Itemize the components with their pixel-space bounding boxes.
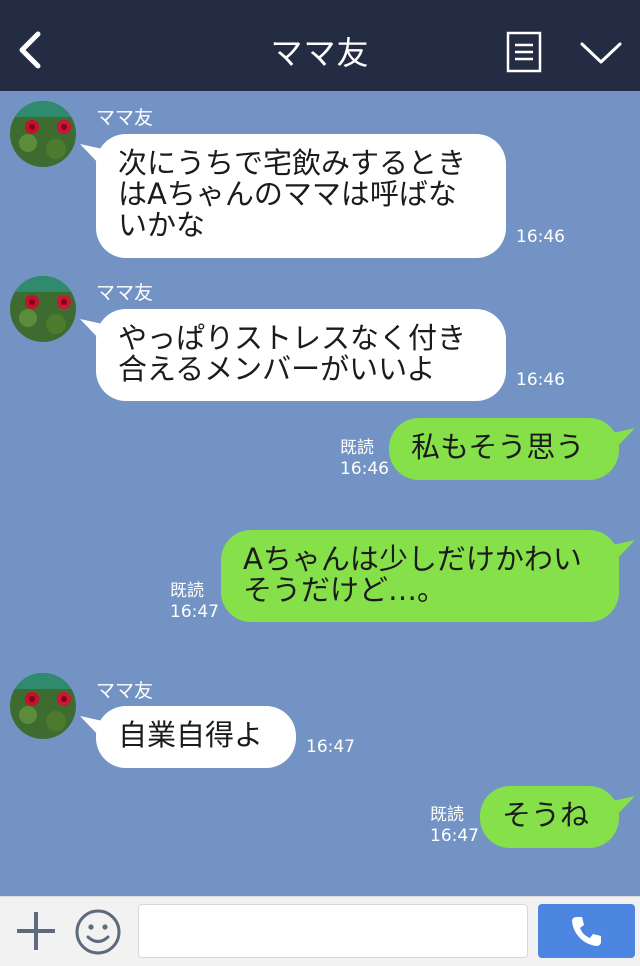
incoming-message-bubble[interactable]: やっぱりストレスなく付き 合えるメンバーがいいよ [96,309,506,401]
avatar-flower-image [10,101,76,167]
message-line: Aちゃんは少しだけかわい [243,542,582,576]
read-label: 既読 [430,805,464,825]
smiley-icon[interactable] [74,908,122,956]
chat-area[interactable]: ママ友 次にうちで宅飲みするとき はAちゃんのママは呼ばな いかな 16:46 … [0,91,640,896]
message-line: そうね [502,798,590,832]
message-line: 私もそう思う [411,430,585,464]
message-line: そうだけど…。 [243,573,447,607]
read-label: 既読 [340,438,374,458]
message-time: 16:47 [170,602,219,622]
message-time: 16:47 [430,826,479,846]
sender-name: ママ友 [96,680,154,702]
read-receipt: 既読 16:47 [170,581,219,623]
message-input-bar [0,896,640,966]
message-time: 16:46 [516,227,565,247]
chevron-down-icon[interactable] [578,36,624,70]
phone-icon [572,917,601,946]
sender-name: ママ友 [96,282,154,304]
message-line: 次にうちで宅飲みするとき [118,146,467,180]
message-line: はAちゃんのママは呼ばな [118,177,457,211]
message-time: 16:46 [340,459,389,479]
message-time: 16:46 [516,370,565,390]
message-line: いかな [118,208,206,242]
avatar[interactable] [10,101,76,167]
outgoing-message-bubble[interactable]: Aちゃんは少しだけかわい そうだけど…。 [221,530,619,622]
message-input[interactable] [138,904,528,958]
read-receipt: 既読 16:47 [430,805,479,847]
chat-header: ママ友 [0,0,640,91]
call-button[interactable] [538,904,635,958]
avatar[interactable] [10,276,76,342]
read-receipt: 既読 16:46 [340,438,389,480]
incoming-message-bubble[interactable]: 次にうちで宅飲みするとき はAちゃんのママは呼ばな いかな [96,134,506,258]
outgoing-message-bubble[interactable]: そうね [480,786,619,848]
read-label: 既読 [170,581,204,601]
avatar[interactable] [10,673,76,739]
message-line: やっぱりストレスなく付き [118,321,467,355]
incoming-message-bubble[interactable]: 自業自得よ [96,706,296,768]
sender-name: ママ友 [96,107,154,129]
message-time: 16:47 [306,737,355,757]
message-line: 合えるメンバーがいいよ [118,352,436,386]
chat-title: ママ友 [270,34,370,72]
avatar-flower-image [10,673,76,739]
message-line: 自業自得よ [118,718,264,752]
notes-icon[interactable] [506,31,542,73]
outgoing-message-bubble[interactable]: 私もそう思う [389,418,619,480]
plus-icon[interactable] [14,909,58,953]
avatar-flower-image [10,276,76,342]
